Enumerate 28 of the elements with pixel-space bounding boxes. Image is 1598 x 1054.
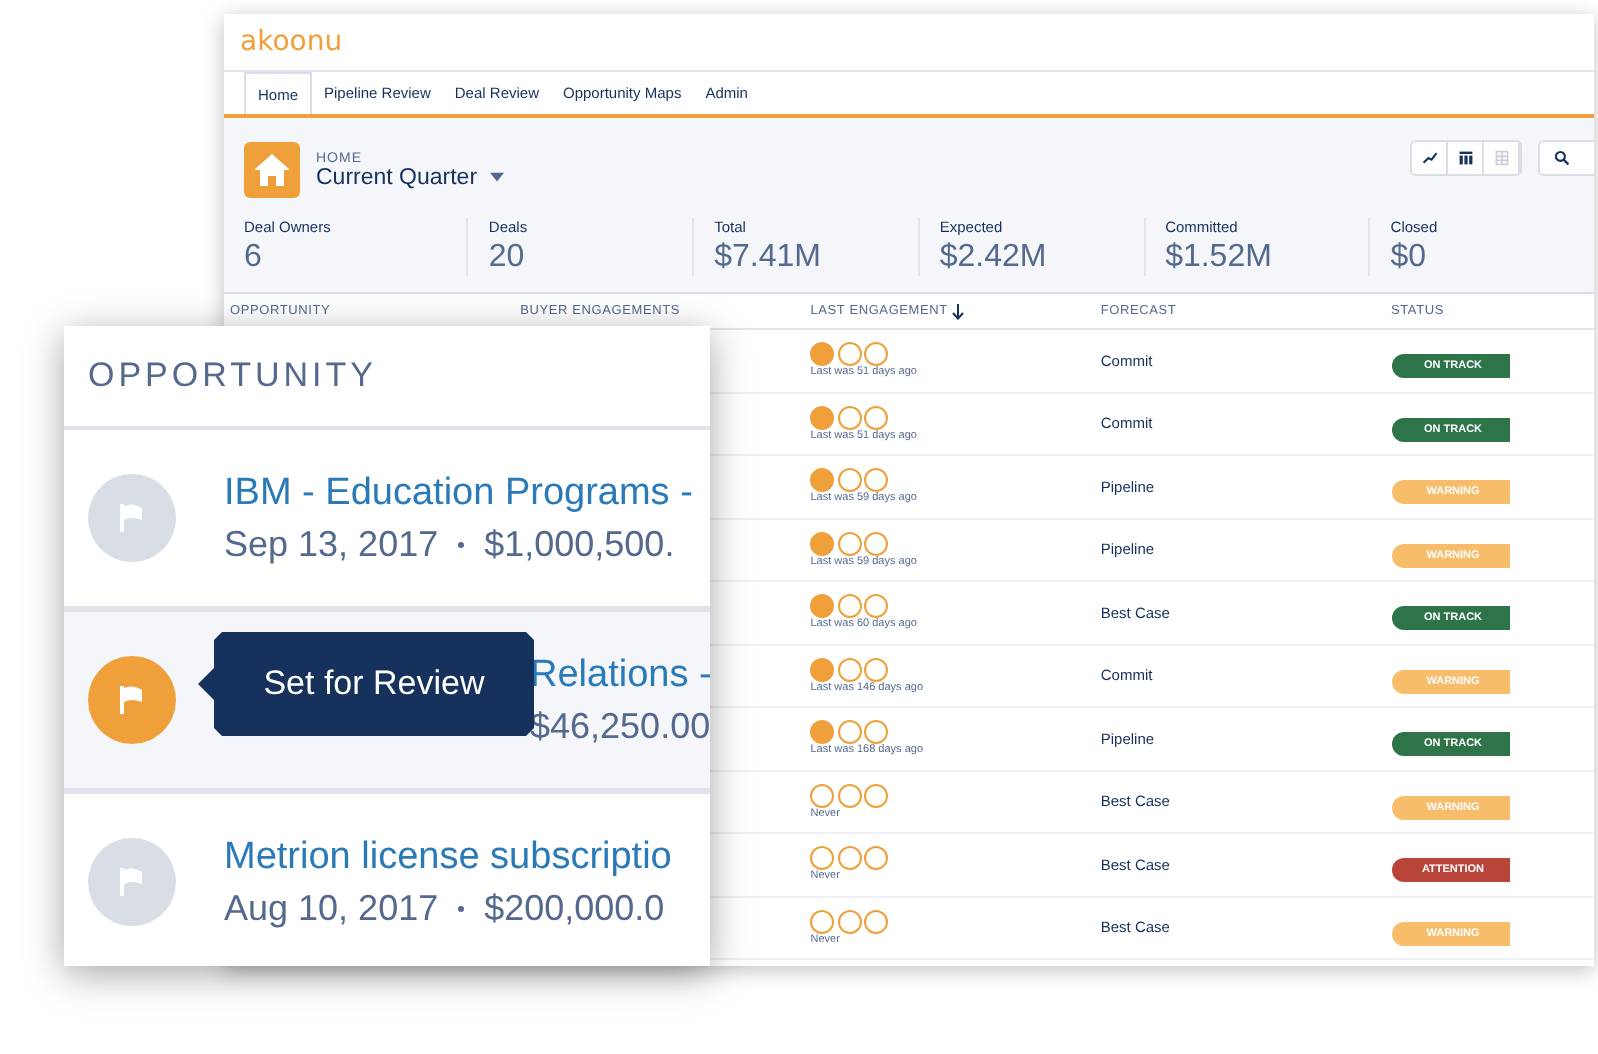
- amount: $46,250.00: [530, 705, 710, 747]
- home-icon: [244, 142, 300, 198]
- flag-icon[interactable]: [88, 838, 176, 926]
- opportunity-link[interactable]: IBM - Education Programs -: [224, 471, 693, 515]
- flag-icon[interactable]: [88, 656, 176, 744]
- caret-icon: [489, 172, 504, 182]
- quarter-dropdown[interactable]: Current Quarter: [316, 165, 504, 189]
- search-button[interactable]: [1538, 140, 1594, 176]
- sort-arrow-icon: [951, 303, 964, 319]
- opportunity-link[interactable]: Metrion license subscriptio: [224, 835, 672, 879]
- stat-value: $1.52M: [1165, 240, 1274, 276]
- amount: $1,000,500.: [484, 523, 675, 565]
- stat-value: $7.41M: [714, 240, 823, 276]
- close-date: Sep 13, 2017: [224, 523, 439, 565]
- stat-value: 6: [244, 240, 264, 276]
- column-header: OPPORTUNITY: [88, 356, 377, 396]
- close-date: Aug 10, 2017: [224, 887, 439, 929]
- stat-value: $2.42M: [939, 240, 1049, 276]
- opportunity-link[interactable]: Relations -: [530, 653, 710, 697]
- separator-dot: [458, 541, 465, 547]
- separator-dot: [458, 905, 465, 911]
- tooltip: Set for Review: [198, 632, 534, 736]
- stat-value: 20: [488, 240, 527, 276]
- stat-value: $0: [1390, 240, 1429, 276]
- amount: $200,000.0: [484, 887, 665, 929]
- logo: akoonu: [240, 26, 343, 58]
- flag-icon[interactable]: [88, 474, 176, 562]
- search-icon: [1554, 150, 1570, 166]
